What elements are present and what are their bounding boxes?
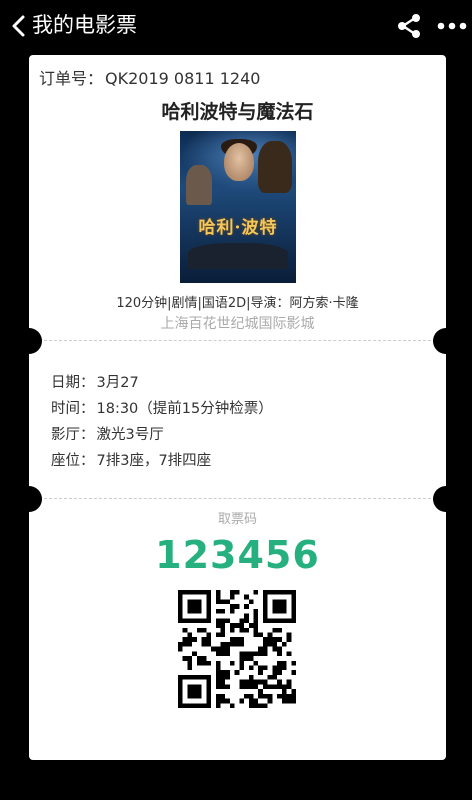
ticket-notch-right-bottom xyxy=(433,486,459,512)
pickup-code: 123456 xyxy=(155,533,320,577)
time-label: 时间： xyxy=(51,401,95,417)
movie-ticket-card: 订单号： QK2019 0811 1240 哈利波特与魔法石 哈利·波特 120分… xyxy=(29,55,446,760)
time-row: 时间： 18:30（提前15分钟检票） xyxy=(51,396,275,422)
order-number: 订单号： QK2019 0811 1240 xyxy=(37,65,260,89)
more-dots-icon[interactable] xyxy=(436,16,468,36)
seat-row: 座位： 7排3座，7排四座 xyxy=(51,448,275,474)
poster-figure-left xyxy=(186,165,212,205)
date-label: 日期： xyxy=(51,375,95,391)
movie-info: 120分钟|剧情|国语2D|导演：阿方索·卡隆 xyxy=(116,296,359,311)
seat-value: 7排3座，7排四座 xyxy=(96,453,212,469)
divider-top xyxy=(29,340,446,341)
date-value: 3月27 xyxy=(96,375,139,391)
ticket-details: 日期： 3月27 时间： 18:30（提前15分钟检票） 影厅： 激光3号厅 座位： 7… xyxy=(51,370,275,474)
cinema-name: 上海百花世纪城国际影城 xyxy=(160,316,315,332)
order-value: QK2019 0811 1240 xyxy=(105,69,261,88)
order-label: 订单号： xyxy=(39,69,104,88)
movie-poster: 哈利·波特 xyxy=(180,131,296,283)
date-row: 日期： 3月27 xyxy=(51,370,275,396)
pickup-code-label: 取票码 xyxy=(217,512,257,527)
qr-code-icon xyxy=(178,590,296,708)
poster-face xyxy=(224,143,254,181)
seat-label: 座位： xyxy=(51,453,95,469)
divider-bottom xyxy=(29,498,446,499)
chevron-left-icon[interactable] xyxy=(8,12,34,40)
hall-row: 影厅： 激光3号厅 xyxy=(51,422,275,448)
ticket-notch-left-bottom xyxy=(16,486,42,512)
hall-value: 激光3号厅 xyxy=(96,427,164,443)
page-title: 我的电影票 xyxy=(32,13,137,37)
ticket-notch-left-top xyxy=(16,328,42,354)
time-value: 18:30（提前15分钟检票） xyxy=(96,401,273,417)
poster-title: 哈利·波特 xyxy=(198,218,278,238)
hall-label: 影厅： xyxy=(51,427,95,443)
poster-figure-hagrid xyxy=(258,141,292,193)
poster-crowd xyxy=(188,243,288,269)
ticket-notch-right-top xyxy=(433,328,459,354)
share-icon[interactable] xyxy=(396,13,422,39)
movie-title: 哈利波特与魔法石 xyxy=(161,101,314,123)
top-bar: 我的电影票 xyxy=(0,0,472,52)
